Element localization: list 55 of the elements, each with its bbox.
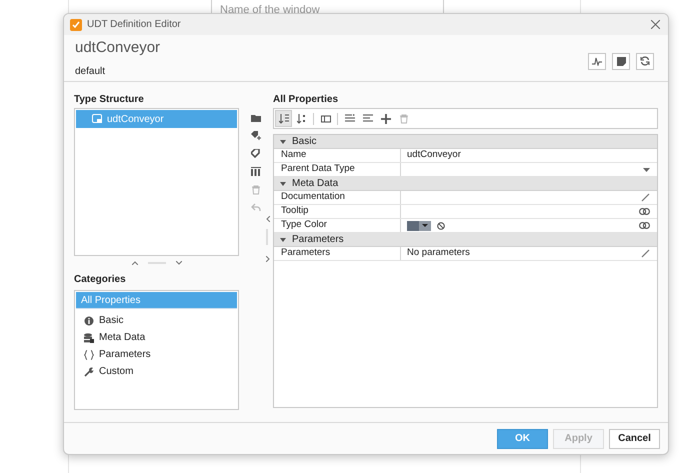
close-icon[interactable] — [651, 20, 660, 29]
columns-icon[interactable] — [251, 167, 261, 177]
category-item[interactable]: Basic — [76, 312, 237, 329]
pencil-icon[interactable] — [641, 249, 650, 258]
clear-icon[interactable] — [437, 222, 445, 230]
subtitle: default — [75, 64, 106, 79]
window-title: UDT Definition Editor — [87, 18, 181, 32]
section-header[interactable]: Meta Data — [274, 177, 657, 191]
dropdown-caret-icon[interactable] — [643, 168, 650, 172]
tag-icon[interactable] — [251, 149, 261, 159]
property-name: Name — [274, 149, 401, 162]
category-item[interactable]: Custom — [76, 363, 237, 380]
expanded-arrow-icon — [280, 182, 286, 186]
section-heading: All Properties — [273, 93, 340, 106]
info-icon — [84, 316, 94, 326]
property-value: No parameters — [407, 246, 470, 260]
property-name: Parent Data Type — [274, 163, 401, 176]
notes-button[interactable] — [612, 52, 630, 70]
expanded-arrow-icon — [280, 140, 286, 144]
property-name: Parameters — [274, 247, 401, 260]
link-icon[interactable] — [639, 208, 650, 215]
tag-plus-icon[interactable] — [251, 131, 261, 141]
down-caret-icon[interactable] — [176, 261, 182, 265]
braces-icon — [84, 350, 94, 360]
refresh-button[interactable] — [636, 52, 654, 70]
type-icon — [92, 114, 103, 124]
app-icon — [70, 18, 82, 30]
color-picker[interactable] — [407, 220, 431, 230]
expand-right-icon[interactable] — [266, 256, 270, 262]
collapse-left-icon[interactable] — [266, 216, 270, 222]
note-icon — [616, 56, 626, 66]
section-heading: Type Structure — [74, 93, 145, 106]
chart-button[interactable] — [588, 52, 606, 70]
link-icon[interactable] — [639, 222, 650, 229]
category-item[interactable]: Parameters — [76, 346, 237, 363]
pulse-icon — [592, 56, 602, 66]
property-name: Documentation — [274, 191, 401, 204]
property-name: Tooltip — [274, 205, 401, 218]
refresh-icon — [640, 56, 650, 66]
property-value: udtConveyor — [407, 148, 461, 162]
expanded-arrow-icon — [280, 238, 286, 242]
dialog-button[interactable]: Cancel — [609, 428, 660, 448]
up-caret-icon[interactable] — [132, 261, 138, 265]
section-header[interactable]: Parameters — [274, 233, 657, 247]
wrench-icon — [84, 366, 94, 376]
type-name: udtConveyor — [75, 38, 160, 58]
caret-icon — [422, 224, 428, 227]
database-icon — [84, 332, 94, 342]
property-name: Type Color — [274, 219, 401, 232]
section-header[interactable]: Basic — [274, 135, 657, 149]
folder-icon[interactable] — [251, 113, 261, 123]
section-heading: Categories — [74, 273, 127, 286]
pencil-icon[interactable] — [641, 193, 650, 202]
category-item[interactable]: Meta Data — [76, 329, 237, 346]
toolbar-button[interactable] — [275, 110, 292, 127]
